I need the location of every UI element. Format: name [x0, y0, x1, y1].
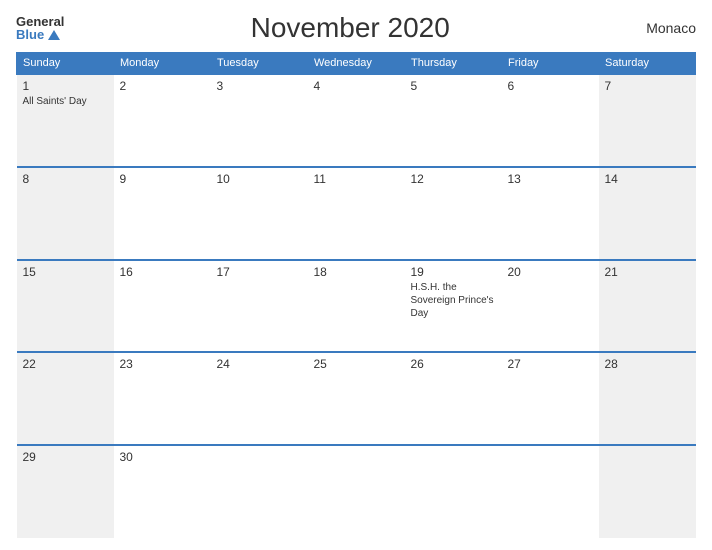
- day-cell-1-6: 14: [599, 167, 696, 260]
- day-cell-2-2: 17: [211, 260, 308, 353]
- day-cell-1-2: 10: [211, 167, 308, 260]
- day-cell-1-5: 13: [502, 167, 599, 260]
- week-row-1: 1 All Saints' Day 234567: [17, 74, 696, 167]
- day-number: 9: [120, 172, 205, 186]
- day-number: 19: [411, 265, 496, 279]
- day-number: 3: [217, 79, 302, 93]
- day-number: 13: [508, 172, 593, 186]
- day-cell-4-4: [405, 445, 502, 538]
- day-cell-2-3: 18: [308, 260, 405, 353]
- day-number: 14: [605, 172, 690, 186]
- day-number: 27: [508, 357, 593, 371]
- day-cell-0-6: 7: [599, 74, 696, 167]
- day-number: 23: [120, 357, 205, 371]
- day-cell-4-6: [599, 445, 696, 538]
- day-cell-0-5: 6: [502, 74, 599, 167]
- day-number: 10: [217, 172, 302, 186]
- day-number: 8: [23, 172, 108, 186]
- day-cell-1-1: 9: [114, 167, 211, 260]
- day-cell-1-4: 12: [405, 167, 502, 260]
- day-cell-2-1: 16: [114, 260, 211, 353]
- day-cell-4-0: 29: [17, 445, 114, 538]
- day-cell-0-1: 2: [114, 74, 211, 167]
- week-row-5: 29 30: [17, 445, 696, 538]
- day-cell-3-3: 25: [308, 352, 405, 445]
- day-number: 2: [120, 79, 205, 93]
- col-thursday: Thursday: [405, 53, 502, 75]
- day-number: 12: [411, 172, 496, 186]
- day-number: 1: [23, 79, 108, 93]
- day-cell-0-0: 1 All Saints' Day: [17, 74, 114, 167]
- day-number: 21: [605, 265, 690, 279]
- week-row-3: 15 16 17 18 19 H.S.H. the Sovereign Prince's …: [17, 260, 696, 353]
- col-sunday: Sunday: [17, 53, 114, 75]
- header: General Blue November 2020 Monaco: [16, 12, 696, 44]
- col-wednesday: Wednesday: [308, 53, 405, 75]
- day-number: 6: [508, 79, 593, 93]
- day-cell-2-0: 15: [17, 260, 114, 353]
- day-cell-3-4: 26: [405, 352, 502, 445]
- day-cell-4-5: [502, 445, 599, 538]
- day-number: 15: [23, 265, 108, 279]
- col-friday: Friday: [502, 53, 599, 75]
- day-cell-4-1: 30: [114, 445, 211, 538]
- calendar-table: Sunday Monday Tuesday Wednesday Thursday…: [16, 52, 696, 538]
- day-cell-1-3: 11: [308, 167, 405, 260]
- day-number: 22: [23, 357, 108, 371]
- day-number: 20: [508, 265, 593, 279]
- day-number: 28: [605, 357, 690, 371]
- day-cell-3-2: 24: [211, 352, 308, 445]
- event-text: H.S.H. the Sovereign Prince's Day: [411, 282, 494, 319]
- calendar-page: General Blue November 2020 Monaco Sunday…: [0, 0, 712, 550]
- day-number: 16: [120, 265, 205, 279]
- day-cell-2-4: 19 H.S.H. the Sovereign Prince's Day: [405, 260, 502, 353]
- day-number: 30: [120, 450, 205, 464]
- logo: General Blue: [16, 15, 64, 41]
- day-cell-3-6: 28: [599, 352, 696, 445]
- weekday-header-row: Sunday Monday Tuesday Wednesday Thursday…: [17, 53, 696, 75]
- day-cell-0-2: 3: [211, 74, 308, 167]
- logo-blue-text: Blue: [16, 28, 60, 41]
- day-cell-2-5: 20: [502, 260, 599, 353]
- day-number: 24: [217, 357, 302, 371]
- day-cell-3-5: 27: [502, 352, 599, 445]
- day-number: 29: [23, 450, 108, 464]
- day-number: 17: [217, 265, 302, 279]
- week-row-4: 22 23 24 25 26 27 28: [17, 352, 696, 445]
- week-row-2: 89 10 11 12 13 14: [17, 167, 696, 260]
- day-number: 26: [411, 357, 496, 371]
- country-name: Monaco: [636, 20, 696, 36]
- event-text: All Saints' Day: [23, 96, 87, 107]
- day-cell-0-3: 4: [308, 74, 405, 167]
- calendar-title: November 2020: [64, 12, 636, 44]
- day-number: 7: [605, 79, 690, 93]
- day-number: 25: [314, 357, 399, 371]
- day-number: 11: [314, 172, 399, 186]
- day-cell-3-0: 22: [17, 352, 114, 445]
- day-cell-3-1: 23: [114, 352, 211, 445]
- day-cell-4-3: [308, 445, 405, 538]
- col-monday: Monday: [114, 53, 211, 75]
- col-saturday: Saturday: [599, 53, 696, 75]
- day-number: 4: [314, 79, 399, 93]
- logo-triangle-icon: [48, 30, 60, 40]
- day-cell-0-4: 5: [405, 74, 502, 167]
- day-number: 18: [314, 265, 399, 279]
- day-cell-2-6: 21: [599, 260, 696, 353]
- day-cell-4-2: [211, 445, 308, 538]
- col-tuesday: Tuesday: [211, 53, 308, 75]
- day-cell-1-0: 8: [17, 167, 114, 260]
- day-number: 5: [411, 79, 496, 93]
